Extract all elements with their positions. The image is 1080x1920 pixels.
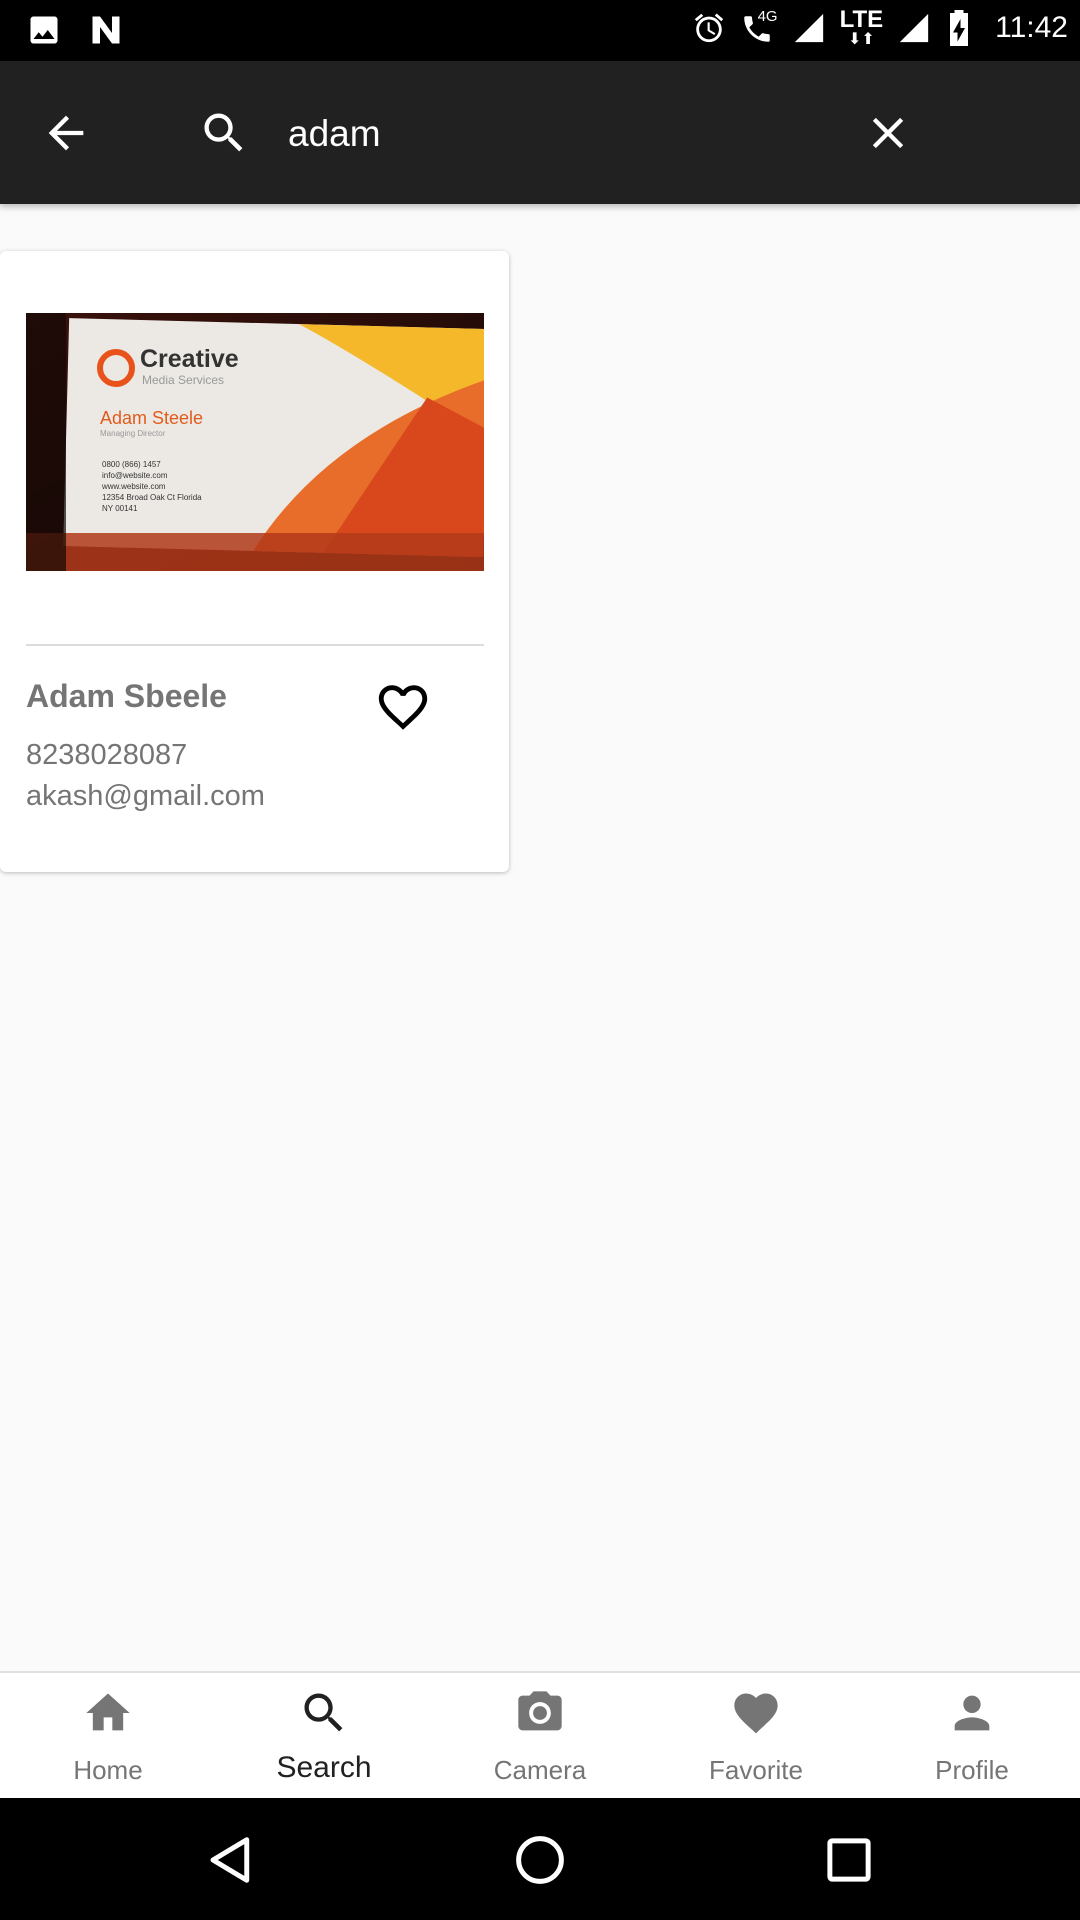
alarm-icon bbox=[694, 13, 723, 43]
photo-detail-line: info@website.com bbox=[102, 471, 168, 480]
call-badge: 4G bbox=[757, 8, 778, 25]
photo-detail-line: 12354 Broad Oak Ct Florida bbox=[102, 493, 202, 502]
back-arrow-icon[interactable] bbox=[40, 107, 92, 159]
search-input[interactable] bbox=[286, 103, 830, 165]
person-icon bbox=[954, 1695, 990, 1731]
photo-tagline: Media Services bbox=[142, 373, 225, 387]
search-icon bbox=[204, 113, 243, 152]
battery-charging-icon bbox=[950, 10, 969, 46]
back-triangle-icon[interactable] bbox=[204, 1833, 258, 1887]
photo-company: Creative bbox=[140, 345, 239, 373]
nav-home-label: Home bbox=[73, 1755, 143, 1785]
signal-icon bbox=[899, 13, 929, 43]
nav-camera[interactable]: Camera bbox=[432, 1673, 648, 1799]
nav-favorite[interactable]: Favorite bbox=[648, 1673, 864, 1799]
recents-square-icon[interactable] bbox=[822, 1833, 876, 1887]
card-divider bbox=[26, 644, 484, 646]
image-icon bbox=[30, 16, 58, 44]
photo-title: Managing Director bbox=[100, 429, 166, 438]
status-bar: 4G LTE ⬇⬆ 11:42 bbox=[0, 0, 1080, 61]
nav-home[interactable]: Home bbox=[0, 1673, 216, 1799]
photo-name: Adam Steele bbox=[100, 408, 204, 428]
nav-profile[interactable]: Profile bbox=[864, 1673, 1080, 1799]
nav-profile-label: Profile bbox=[935, 1755, 1009, 1785]
volte-call-icon: 4G bbox=[740, 8, 778, 46]
n-notification-icon bbox=[92, 16, 120, 44]
nav-search[interactable]: Search bbox=[216, 1673, 432, 1799]
photo-detail-line: NY 00141 bbox=[102, 504, 138, 513]
contact-email: akash@gmail.com bbox=[26, 780, 265, 812]
photo-details: 0800 (866) 1457 info@website.com www.web… bbox=[102, 459, 202, 514]
contact-name: Adam Sbeele bbox=[26, 678, 227, 714]
nav-search-label: Search bbox=[276, 1751, 372, 1784]
search-app-bar bbox=[0, 61, 1080, 204]
close-icon[interactable] bbox=[862, 107, 914, 159]
home-icon bbox=[86, 1693, 130, 1731]
nav-camera-label: Camera bbox=[493, 1755, 587, 1785]
photo-detail-line: 0800 (866) 1457 bbox=[102, 460, 161, 469]
heart-outline-icon[interactable] bbox=[374, 678, 432, 736]
photo-detail-line: www.website.com bbox=[102, 482, 166, 491]
lte-data-icon: LTE ⬇⬆ bbox=[839, 6, 884, 48]
heart-icon bbox=[734, 1693, 778, 1734]
search-icon bbox=[304, 1693, 343, 1732]
contact-phone: 8238028087 bbox=[26, 739, 188, 771]
signal-icon bbox=[794, 13, 823, 43]
system-nav-bar bbox=[0, 1798, 1080, 1920]
bottom-nav: Home Search Camera Favorite Profile bbox=[0, 1671, 1080, 1799]
home-circle-icon[interactable] bbox=[513, 1833, 567, 1887]
camera-icon bbox=[518, 1691, 562, 1731]
contact-card[interactable]: Creative Media Services Adam Steele Mana… bbox=[0, 251, 509, 872]
business-card-photo: Creative Media Services Adam Steele Mana… bbox=[26, 313, 484, 571]
nav-favorite-label: Favorite bbox=[709, 1755, 803, 1785]
clock: 11:42 bbox=[995, 11, 1068, 44]
